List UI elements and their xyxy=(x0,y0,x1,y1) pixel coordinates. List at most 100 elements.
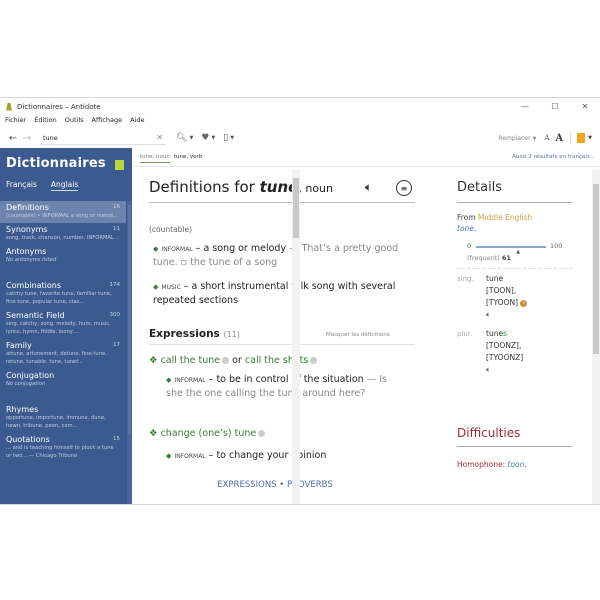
history-button[interactable]: ▯ ▼ xyxy=(223,133,234,143)
menu-aide[interactable]: Aide xyxy=(130,116,144,128)
forward-arrow-icon[interactable]: → xyxy=(20,133,34,144)
menu-outils[interactable]: Outils xyxy=(65,116,84,128)
replace-button[interactable]: Remplacer ▼ xyxy=(498,135,536,142)
expressions-link[interactable]: EXPRESSIONS xyxy=(217,480,276,490)
details-scrollbar[interactable] xyxy=(592,170,600,504)
sidebar-item-preview: ... and is teaching himself to pluck a t… xyxy=(6,445,114,459)
minimize-button[interactable]: — xyxy=(510,98,540,115)
register-tag: informal xyxy=(174,451,206,460)
close-button[interactable]: ✕ xyxy=(570,98,600,115)
speaker-icon[interactable]: 🔈︎ xyxy=(365,180,372,195)
also-results-link[interactable]: Aussi 2 résultats en français... xyxy=(512,154,595,160)
clear-search-icon[interactable]: ✕ xyxy=(156,133,163,142)
clover-bullet-icon: ❖ xyxy=(149,355,158,366)
homophone-link[interactable]: toon xyxy=(508,460,525,469)
pronunciation: [TOON], xyxy=(486,286,517,295)
sidebar-item-family[interactable]: Family 17 attune, attunement, detune, fi… xyxy=(0,339,126,369)
info-icon[interactable]: i xyxy=(520,299,528,307)
hide-definitions-link[interactable]: Masquer les définitions xyxy=(326,332,390,338)
dictionary-book-icon xyxy=(115,160,124,170)
search-input[interactable]: tune ✕ xyxy=(40,132,166,145)
etymology: From Middle English tone. xyxy=(457,213,533,233)
sidebar-item-preview: sing, catchy, song, melody, hum, music, … xyxy=(6,321,111,335)
sidebar-item-semantic-field[interactable]: Semantic Field 300 sing, catchy, song, m… xyxy=(0,309,126,339)
scrollbar-thumb[interactable] xyxy=(293,178,299,238)
app-window: Dictionnaires – Antidote — ☐ ✕ Fichier É… xyxy=(0,97,600,505)
font-larger-button[interactable]: A xyxy=(555,133,563,144)
origin-word[interactable]: tone xyxy=(457,224,474,233)
expression-phrase[interactable]: call the tune xyxy=(161,355,221,366)
maximize-button[interactable]: ☐ xyxy=(540,98,570,115)
sidebar-title: Dictionnaires xyxy=(6,156,106,171)
divider xyxy=(132,166,600,167)
sidebar-item-conjugation[interactable]: Conjugation No conjugation xyxy=(0,369,126,391)
sidebar-item-preview: attune, attunement, detune, fine-tune, r… xyxy=(6,351,107,365)
lang-tab-anglais[interactable]: Anglais xyxy=(50,180,79,191)
sense-item: ◆ informal – a song or melody — That’s a… xyxy=(153,242,408,269)
sidebar-item-label: Rhymes xyxy=(6,405,39,414)
heart-icon: ♥ xyxy=(201,133,210,143)
sidebar-item-preview: No antonyms listed xyxy=(6,257,57,263)
singular-forms: tune [TOON], [TYOON] i 🔈︎ xyxy=(486,273,528,321)
sense-text: – a short instrumental folk song with se… xyxy=(153,281,396,306)
tab-tune-noun[interactable]: tune, noun xyxy=(140,154,170,163)
register-tag: informal xyxy=(174,375,206,384)
link-separator: • xyxy=(276,480,287,490)
theme-color-swatch[interactable] xyxy=(577,133,586,143)
grammar-note: (countable) xyxy=(149,225,193,234)
divider xyxy=(457,202,572,203)
plural-label: plur. xyxy=(457,330,473,338)
scrollbar-thumb[interactable] xyxy=(593,184,599,354)
speaker-icon[interactable]: 🔈︎ xyxy=(486,364,523,376)
sidebar-item-preview: (countable) • INFORMAL a song or melody … xyxy=(6,213,120,219)
plural-suffix: s xyxy=(503,329,507,338)
chevron-down-icon[interactable]: ▼ xyxy=(588,135,592,141)
tab-tune-verb[interactable]: tune, verb xyxy=(174,154,202,163)
trash-icon: ▯ xyxy=(223,133,229,143)
menu-edition[interactable]: Édition xyxy=(34,116,57,128)
favorites-button[interactable]: ♥ ▼ xyxy=(201,133,215,143)
sidebar-item-antonyms[interactable]: Antonyms No antonyms listed xyxy=(0,245,126,267)
pronunciation: [TYOONZ] xyxy=(486,353,524,362)
expression-phrase[interactable]: change (one’s) tune xyxy=(161,428,257,439)
diamond-bullet-icon: ◆ xyxy=(153,283,159,291)
sidebar-item-count: 174 xyxy=(109,282,121,288)
homophone-note: Homophone: toon. xyxy=(457,460,527,469)
frequency-min: 0 xyxy=(467,242,472,250)
sidebar-item-label: Conjugation xyxy=(6,371,55,380)
clover-bullet-icon: ❖ xyxy=(149,428,158,439)
sidebar-item-quotations[interactable]: Quotations 15 ... and is teaching himsel… xyxy=(0,433,126,463)
diamond-bullet-icon: ◆ xyxy=(166,376,172,384)
sidebar-item-count: 15 xyxy=(113,436,120,442)
language-tabs: Français Anglais xyxy=(6,180,92,191)
speaker-icon[interactable]: 🔈︎ xyxy=(486,309,527,321)
details-panel: Details From Middle English tone. 0 100 … xyxy=(448,170,588,504)
search-value[interactable]: tune xyxy=(43,134,58,142)
info-icon[interactable] xyxy=(258,430,266,437)
sidebar-scrollbar[interactable] xyxy=(127,201,132,504)
menu-fichier[interactable]: Fichier xyxy=(5,116,26,128)
sense-item: ◆ informal – to be in control of the sit… xyxy=(166,373,406,400)
search-options-button[interactable]: 🔍︎ ▼ xyxy=(176,133,193,143)
info-icon[interactable] xyxy=(310,357,318,364)
frequency-max: 100 xyxy=(550,242,563,250)
scrollbar-thumb[interactable] xyxy=(128,205,131,435)
back-arrow-icon[interactable]: ← xyxy=(6,133,20,144)
sidebar-item-count: 17 xyxy=(113,342,120,348)
frequency-bar xyxy=(476,246,546,248)
filter-icon[interactable]: ≡ xyxy=(396,180,412,196)
sidebar-item-count: 16 xyxy=(113,204,120,210)
definitions-scrollbar[interactable] xyxy=(292,170,300,504)
font-smaller-button[interactable]: A xyxy=(544,134,549,142)
sidebar-item-definitions[interactable]: Definitions 16 (countable) • INFORMAL a … xyxy=(0,201,126,223)
sidebar-item-combinations[interactable]: Combinations 174 catchy tune, favorite t… xyxy=(0,279,126,309)
sidebar-item-synonyms[interactable]: Synonyms 11 song, track, chanson, number… xyxy=(0,223,126,245)
lang-tab-francais[interactable]: Français xyxy=(6,180,37,191)
frequency-marker-icon: ▲ xyxy=(516,249,521,255)
domain-tag: music xyxy=(161,282,181,291)
entry-tabs: tune, noun tune, verb xyxy=(140,154,206,163)
window-title: Dictionnaires – Antidote xyxy=(17,102,101,111)
sidebar-item-rhymes[interactable]: Rhymes opportune, importune, immune, dun… xyxy=(0,403,126,433)
pronunciation: [TOONZ], xyxy=(486,341,522,350)
menu-affichage[interactable]: Affichage xyxy=(92,116,123,128)
